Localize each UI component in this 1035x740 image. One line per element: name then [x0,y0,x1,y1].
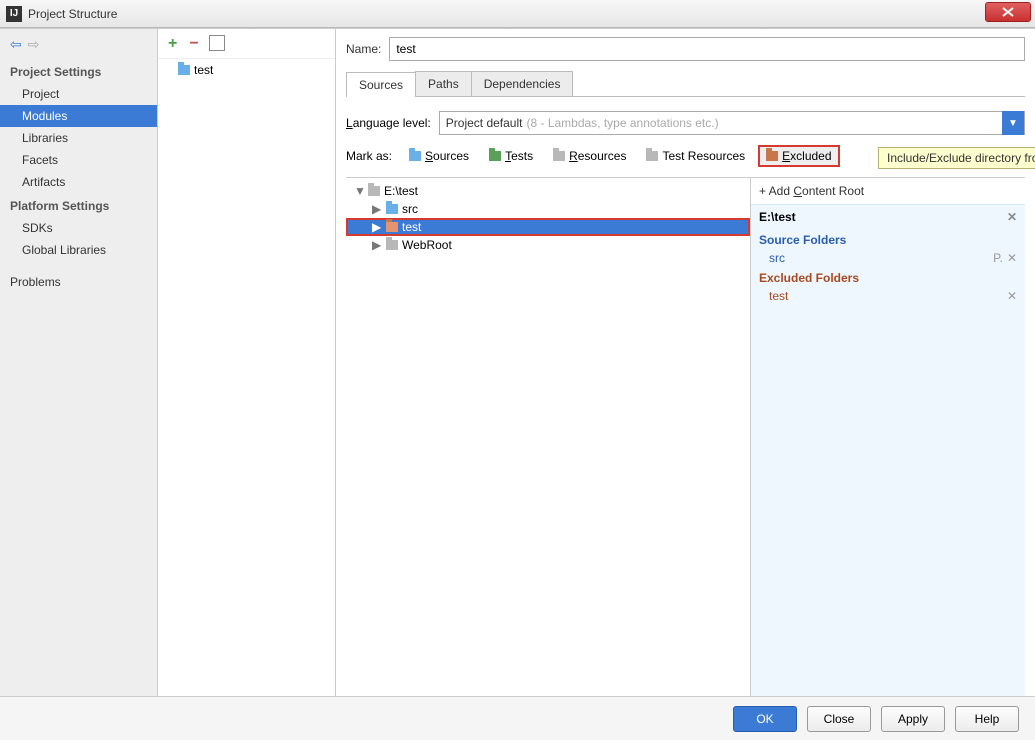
content-root-path-label: E:\test [759,210,796,224]
language-level-row: Language level: Project default (8 - Lam… [346,111,1025,135]
tree-item-webroot[interactable]: ▶ WebRoot [346,236,750,254]
tree-toggle-icon[interactable]: ▶ [372,202,382,216]
mark-test-resources-button[interactable]: Test Resources [639,145,752,167]
add-module-button[interactable]: + [168,35,177,53]
tree-item-label: test [402,220,421,234]
package-prefix-icon[interactable]: P. [993,251,1003,265]
tree-toggle-icon[interactable]: ▶ [372,220,382,234]
excluded-tooltip: Include/Exclude directory from module (A… [878,147,1035,169]
mark-sources-label: Sources [425,149,469,163]
sidebar-item-global-libraries[interactable]: Global Libraries [0,239,157,261]
excluded-folder-label: test [769,289,788,303]
forward-arrow-icon[interactable]: ⇨ [28,36,40,53]
sidebar-section-platform-settings: Platform Settings [0,193,157,217]
test-resources-folder-icon [646,151,658,161]
module-name-input[interactable] [389,37,1025,61]
titlebar: IJ Project Structure [0,0,1035,28]
name-row: Name: [346,37,1025,61]
folder-icon [386,204,398,214]
tab-dependencies[interactable]: Dependencies [471,71,574,96]
excluded-folders-header: Excluded Folders [751,267,1025,287]
dialog-button-bar: OK Close Apply Help [0,696,1035,740]
mark-tests-label: Tests [505,149,533,163]
mark-resources-label: Resources [569,149,626,163]
source-folder-entry[interactable]: src P. ✕ [751,249,1025,267]
tree-item-label: WebRoot [402,238,452,252]
dialog-body: ⇦ ⇨ Project Settings Project Modules Lib… [0,28,1035,696]
sources-split: ▼ E:\test ▶ src ▶ test ▶ WebRoot [346,177,1025,696]
mark-excluded-button[interactable]: Excluded [758,145,839,167]
folder-icon [386,222,398,232]
close-window-button[interactable] [985,2,1031,22]
app-icon: IJ [6,6,22,22]
close-button[interactable]: Close [807,706,871,732]
sidebar-item-facets[interactable]: Facets [0,149,157,171]
remove-content-root-icon[interactable]: ✕ [1007,210,1017,224]
content-roots-pane: + Add Content Root E:\test ✕ Source Fold… [751,178,1025,696]
tree-root[interactable]: ▼ E:\test [346,182,750,200]
mark-tests-button[interactable]: Tests [482,145,540,167]
module-tabs: Sources Paths Dependencies [346,71,1025,97]
name-label: Name: [346,42,381,56]
language-level-value: Project default [446,116,523,130]
sidebar-item-libraries[interactable]: Libraries [0,127,157,149]
source-folders-header: Source Folders [751,229,1025,249]
help-button[interactable]: Help [955,706,1019,732]
remove-source-folder-icon[interactable]: ✕ [1007,251,1017,265]
language-level-label: Language level: [346,116,431,130]
dropdown-arrow-icon[interactable]: ▼ [1002,111,1024,135]
sidebar-section-project-settings: Project Settings [0,59,157,83]
window-title: Project Structure [28,7,117,21]
sidebar-item-project[interactable]: Project [0,83,157,105]
tree-toggle-icon[interactable]: ▶ [372,238,382,252]
tab-paths[interactable]: Paths [415,71,472,96]
sidebar-item-artifacts[interactable]: Artifacts [0,171,157,193]
sidebar-item-sdks[interactable]: SDKs [0,217,157,239]
excluded-folder-icon [766,151,778,161]
module-list-panel: + − test [158,29,336,696]
tree-toggle-icon[interactable]: ▼ [354,184,364,198]
module-item-test[interactable]: test [158,59,335,81]
mark-excluded-label: Excluded [782,149,831,163]
tests-folder-icon [489,151,501,161]
language-level-hint: (8 - Lambdas, type annotations etc.) [526,116,718,130]
mark-as-label: Mark as: [346,149,392,163]
nav-arrows: ⇦ ⇨ [0,29,157,59]
resources-folder-icon [553,151,565,161]
tab-sources[interactable]: Sources [346,72,416,97]
remove-excluded-folder-icon[interactable]: ✕ [1007,289,1017,303]
tree-item-label: src [402,202,418,216]
sources-folder-icon [409,151,421,161]
source-folder-label: src [769,251,785,265]
module-folder-icon [178,65,190,75]
excluded-folder-entry[interactable]: test ✕ [751,287,1025,305]
language-level-combo[interactable]: Project default (8 - Lambdas, type annot… [439,111,1025,135]
add-content-root-label: + Add Content Root [759,184,864,198]
ok-button[interactable]: OK [733,706,797,732]
add-content-root-button[interactable]: + Add Content Root [751,178,1025,205]
mark-test-resources-label: Test Resources [662,149,745,163]
remove-module-button[interactable]: − [189,35,198,53]
folder-icon [368,186,380,196]
tree-item-test[interactable]: ▶ test [346,218,750,236]
tree-root-label: E:\test [384,184,418,198]
tree-item-src[interactable]: ▶ src [346,200,750,218]
copy-module-button[interactable] [211,37,225,51]
mark-sources-button[interactable]: Sources [402,145,476,167]
folder-icon [386,240,398,250]
module-toolbar: + − [158,29,335,59]
sidebar-item-modules[interactable]: Modules [0,105,157,127]
back-arrow-icon[interactable]: ⇦ [10,36,22,53]
main-area: Name: Sources Paths Dependencies Languag… [336,29,1035,696]
content-tree: ▼ E:\test ▶ src ▶ test ▶ WebRoot [346,178,751,696]
content-root-path[interactable]: E:\test ✕ [751,205,1025,229]
apply-button[interactable]: Apply [881,706,945,732]
mark-resources-button[interactable]: Resources [546,145,633,167]
sidebar-item-problems[interactable]: Problems [0,271,157,293]
module-item-label: test [194,63,213,77]
sidebar: ⇦ ⇨ Project Settings Project Modules Lib… [0,29,158,696]
